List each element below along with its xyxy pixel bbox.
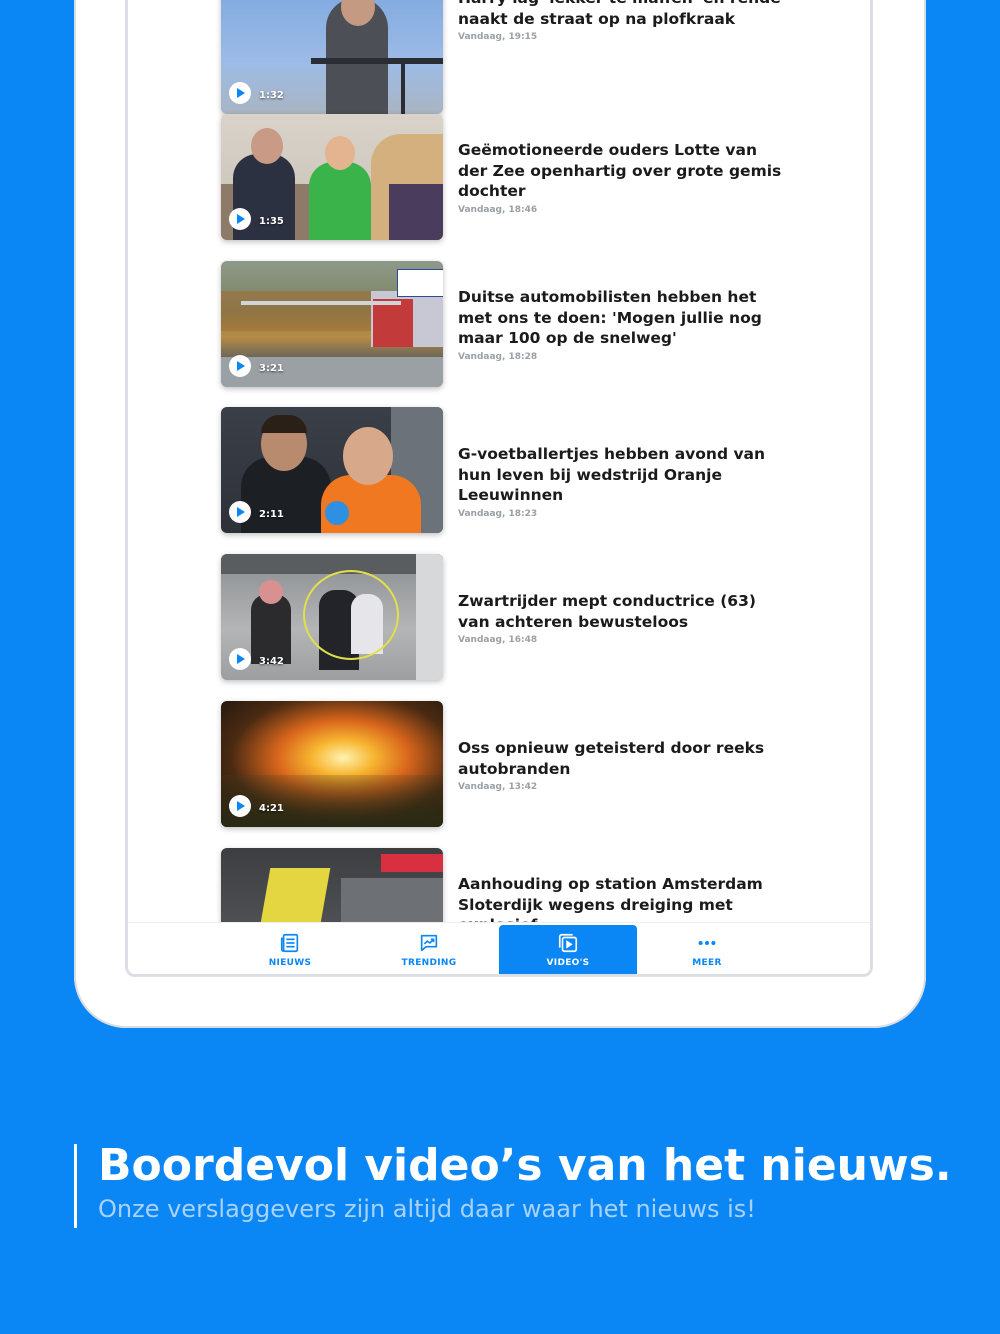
more-icon (698, 940, 716, 946)
video-timestamp: Vandaag, 18:28 (458, 351, 538, 362)
play-icon (229, 648, 251, 670)
play-icon (229, 82, 251, 104)
video-title[interactable]: Duitse automobilisten hebben het met ons… (458, 287, 788, 349)
video-thumbnail[interactable]: 2:11 (221, 407, 443, 533)
video-title[interactable]: Harry lag 'lekker te maffen' en rende na… (458, 0, 788, 29)
video-item[interactable]: 4:21 Oss opnieuw geteisterd door reeks a… (221, 701, 841, 827)
video-item[interactable]: 3:42 Zwartrijder mept conductrice (63) v… (221, 554, 841, 680)
tab-label: VIDEO'S (546, 958, 590, 968)
video-timestamp: Vandaag, 19:15 (458, 32, 538, 42)
trending-icon (420, 934, 438, 952)
play-icon (229, 501, 251, 523)
video-thumbnail[interactable]: 1:35 (221, 114, 443, 240)
video-title[interactable]: Zwartrijder mept conductrice (63) van ac… (458, 591, 788, 632)
video-duration: 2:11 (259, 509, 284, 520)
tab-label: MEER (692, 958, 722, 968)
caption-accent-bar (74, 1144, 77, 1228)
promo-subline: Onze verslaggevers zijn altijd daar waar… (98, 1195, 756, 1223)
video-thumbnail[interactable]: 3:42 (221, 554, 443, 680)
tab-trending[interactable]: TRENDING (360, 925, 498, 974)
video-title[interactable]: Geëmotioneerde ouders Lotte van der Zee … (458, 140, 788, 202)
app-screen: 1:32 Harry lag 'lekker te maffen' en ren… (125, 0, 873, 977)
video-duration: 1:35 (259, 216, 284, 227)
video-timestamp: Vandaag, 18:46 (458, 204, 538, 215)
video-thumbnail[interactable]: 3:21 (221, 261, 443, 387)
video-timestamp: Vandaag, 16:48 (458, 635, 538, 645)
video-title[interactable]: G-voetballertjes hebben avond van hun le… (458, 444, 788, 506)
video-thumbnail[interactable]: 4:21 (221, 701, 443, 827)
video-duration: 3:42 (259, 656, 284, 667)
bottom-tab-bar: NIEUWS TRENDING VIDEO'S MEER (128, 922, 870, 974)
video-title[interactable]: Oss opnieuw geteisterd door reeks autobr… (458, 738, 788, 779)
video-feed[interactable]: 1:32 Harry lag 'lekker te maffen' en ren… (128, 0, 870, 922)
video-item[interactable]: 1:35 Geëmotioneerde ouders Lotte van der… (221, 114, 841, 240)
video-icon (558, 933, 578, 953)
video-item[interactable]: Aanhouding op station Amsterdam Sloterdi… (221, 848, 841, 922)
video-item[interactable]: 3:21 Duitse automobilisten hebben het me… (221, 261, 841, 387)
video-thumbnail[interactable]: 1:32 (221, 0, 443, 114)
video-thumbnail[interactable] (221, 848, 443, 922)
tab-videos[interactable]: VIDEO'S (499, 925, 637, 974)
tab-nieuws[interactable]: NIEUWS (221, 925, 359, 974)
video-title[interactable]: Aanhouding op station Amsterdam Sloterdi… (458, 874, 788, 922)
tab-meer[interactable]: MEER (638, 925, 776, 974)
video-timestamp: Vandaag, 13:42 (458, 782, 538, 792)
play-icon (229, 355, 251, 377)
play-icon (229, 795, 251, 817)
newspaper-icon (280, 933, 299, 953)
video-duration: 4:21 (259, 803, 284, 814)
video-duration: 1:32 (259, 90, 284, 101)
video-timestamp: Vandaag, 18:23 (458, 508, 538, 519)
video-duration: 3:21 (259, 363, 284, 374)
tab-label: TRENDING (401, 958, 457, 968)
play-icon (229, 208, 251, 230)
video-item[interactable]: 1:32 Harry lag 'lekker te maffen' en ren… (221, 0, 841, 114)
tab-label: NIEUWS (268, 958, 312, 968)
video-item[interactable]: 2:11 G-voetballertjes hebben avond van h… (221, 407, 841, 533)
promo-headline: Boordevol video’s van het nieuws. (98, 1140, 952, 1191)
